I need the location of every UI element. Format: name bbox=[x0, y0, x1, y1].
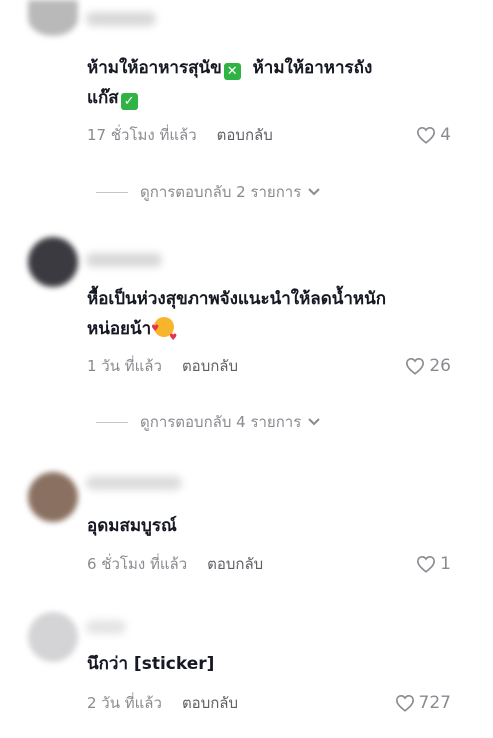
username-blurred[interactable] bbox=[86, 253, 162, 267]
avatar[interactable] bbox=[28, 237, 78, 287]
comment-text-line2: หน่อยน้า bbox=[87, 319, 152, 339]
like-button[interactable]: 1 bbox=[416, 553, 451, 575]
comment-time: 6 ชั่วโมง ที่แล้ว bbox=[87, 555, 188, 573]
comment-time: 2 วัน ที่แล้ว bbox=[87, 694, 162, 712]
like-button[interactable]: 727 bbox=[395, 692, 451, 714]
smiling-face-with-hearts-emoji-icon: ♥ ♥ bbox=[151, 317, 177, 343]
comment-time: 17 ชั่วโมง ที่แล้ว bbox=[87, 126, 197, 144]
avatar[interactable] bbox=[28, 612, 78, 662]
like-button[interactable]: 4 bbox=[416, 124, 451, 146]
heart-icon bbox=[417, 126, 436, 144]
reply-button[interactable]: ตอบกลับ bbox=[207, 552, 263, 576]
comment-meta: 2 วัน ที่แล้ว ตอบกลับ bbox=[87, 692, 238, 714]
reply-button[interactable]: ตอบกลับ bbox=[182, 354, 238, 378]
comment-meta: 1 วัน ที่แล้ว ตอบกลับ bbox=[87, 355, 238, 377]
view-replies-button[interactable]: ดูการตอบกลับ 4 รายการ bbox=[96, 411, 321, 433]
reply-button[interactable]: ตอบกลับ bbox=[182, 691, 238, 715]
chevron-down-icon bbox=[308, 418, 320, 426]
heart-icon bbox=[417, 555, 436, 573]
reply-button[interactable]: ตอบกลับ bbox=[217, 123, 273, 147]
comment-time: 1 วัน ที่แล้ว bbox=[87, 357, 162, 375]
comment-text: ห้ามให้อาหารสุนัข ✕ ห้ามให้อาหารถัง แก๊ส ✓ bbox=[87, 53, 457, 113]
comment-meta: 6 ชั่วโมง ที่แล้ว ตอบกลับ bbox=[87, 553, 263, 575]
comment-text-line1: นึกว่า [sticker] bbox=[87, 654, 215, 674]
comment-text-line1: อุดมสมบูรณ์ bbox=[87, 516, 177, 536]
avatar[interactable] bbox=[28, 472, 78, 522]
comment-text-line1: หื้อเป็นห่วงสุขภาพจังแนะนำให้ลดน้ำหนัก bbox=[87, 289, 387, 309]
view-replies-label: ดูการตอบกลับ 4 รายการ bbox=[140, 413, 302, 431]
username-blurred[interactable] bbox=[86, 476, 182, 490]
like-count: 727 bbox=[418, 693, 451, 713]
like-count: 1 bbox=[440, 554, 451, 574]
comment-text: อุดมสมบูรณ์ bbox=[87, 511, 457, 541]
heart-icon bbox=[395, 694, 414, 712]
username-blurred[interactable] bbox=[86, 620, 126, 634]
comment-meta: 17 ชั่วโมง ที่แล้ว ตอบกลับ bbox=[87, 124, 273, 146]
like-button[interactable]: 26 bbox=[405, 355, 451, 377]
divider-line bbox=[96, 421, 128, 423]
comment-text: นึกว่า [sticker] bbox=[87, 649, 457, 679]
check-mark-emoji-icon: ✓ bbox=[120, 93, 138, 110]
comment-text-line2: แก๊ส bbox=[87, 88, 119, 108]
divider-line bbox=[96, 191, 128, 193]
chevron-down-icon bbox=[308, 188, 320, 196]
comment-text-line1: ห้ามให้อาหารสุนัข bbox=[87, 58, 222, 78]
comment-text: หื้อเป็นห่วงสุขภาพจังแนะนำให้ลดน้ำหนัก ห… bbox=[87, 284, 457, 344]
like-count: 4 bbox=[440, 125, 451, 145]
view-replies-button[interactable]: ดูการตอบกลับ 2 รายการ bbox=[96, 181, 321, 203]
username-blurred[interactable] bbox=[86, 12, 156, 26]
heart-icon bbox=[406, 357, 425, 375]
comment-text-line1b: ห้ามให้อาหารถัง bbox=[252, 58, 373, 78]
view-replies-label: ดูการตอบกลับ 2 รายการ bbox=[140, 183, 302, 201]
cross-mark-emoji-icon: ✕ bbox=[223, 63, 241, 80]
avatar[interactable] bbox=[28, 0, 78, 36]
like-count: 26 bbox=[429, 356, 451, 376]
